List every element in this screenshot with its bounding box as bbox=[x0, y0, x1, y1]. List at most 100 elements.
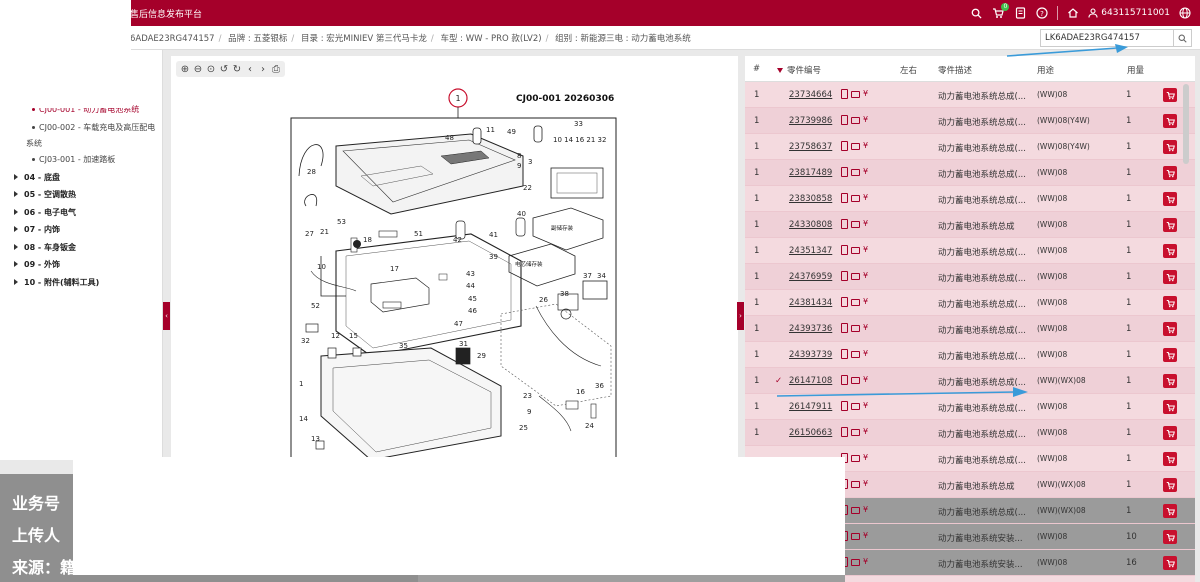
part-number-link[interactable]: 23734664 bbox=[789, 90, 832, 100]
add-to-cart-button[interactable] bbox=[1163, 270, 1177, 284]
table-row[interactable]: 1 24351347 ¥ 动力蓄电池系统总成(... (WW)08 1 bbox=[745, 238, 1195, 264]
part-number-link[interactable]: 24381434 bbox=[789, 298, 832, 308]
price-icon[interactable]: ¥ bbox=[863, 375, 868, 385]
table-row[interactable]: 1 23758637 ¥ 动力蓄电池系统总成(... (WW)08(Y4W) 1 bbox=[745, 134, 1195, 160]
bookmark-icon[interactable] bbox=[841, 245, 848, 255]
breadcrumb-catalog[interactable]: 目录 : 宏光MINIEV 第三代马卡龙 bbox=[301, 34, 427, 44]
add-to-cart-button[interactable] bbox=[1163, 504, 1177, 518]
add-to-cart-button[interactable] bbox=[1163, 322, 1177, 336]
price-icon[interactable]: ¥ bbox=[863, 349, 868, 359]
comment-icon[interactable] bbox=[851, 247, 860, 254]
price-icon[interactable]: ¥ bbox=[863, 401, 868, 411]
comment-icon[interactable] bbox=[851, 299, 860, 306]
add-to-cart-button[interactable] bbox=[1163, 296, 1177, 310]
price-icon[interactable]: ¥ bbox=[863, 479, 868, 489]
add-to-cart-button[interactable] bbox=[1163, 400, 1177, 414]
part-number-link[interactable]: 23758637 bbox=[789, 142, 832, 152]
cart-icon[interactable]: 0 bbox=[991, 3, 1010, 20]
add-to-cart-button[interactable] bbox=[1163, 452, 1177, 466]
comment-icon[interactable] bbox=[851, 533, 860, 540]
comment-icon[interactable] bbox=[851, 273, 860, 280]
add-to-cart-button[interactable] bbox=[1163, 140, 1177, 154]
search-icon[interactable] bbox=[969, 6, 983, 20]
bookmark-icon[interactable] bbox=[841, 167, 848, 177]
col-part-no[interactable]: 零件编号 bbox=[777, 64, 821, 76]
comment-icon[interactable] bbox=[851, 377, 860, 384]
tree-node-09[interactable]: 09 - 外饰 bbox=[14, 256, 60, 273]
add-to-cart-button[interactable] bbox=[1163, 556, 1177, 570]
price-icon[interactable]: ¥ bbox=[863, 297, 868, 307]
part-number-link[interactable]: 23817489 bbox=[789, 168, 832, 178]
price-icon[interactable]: ¥ bbox=[863, 167, 868, 177]
add-to-cart-button[interactable] bbox=[1163, 88, 1177, 102]
table-collapse-handle[interactable]: › bbox=[737, 302, 744, 330]
add-to-cart-button[interactable] bbox=[1163, 530, 1177, 544]
comment-icon[interactable] bbox=[851, 429, 860, 436]
document-icon[interactable] bbox=[1013, 6, 1027, 20]
add-to-cart-button[interactable] bbox=[1163, 244, 1177, 258]
help-icon[interactable]: ? bbox=[1035, 6, 1049, 20]
comment-icon[interactable] bbox=[851, 481, 860, 488]
tree-node-05[interactable]: 05 - 空调散热 bbox=[14, 186, 76, 203]
comment-icon[interactable] bbox=[851, 325, 860, 332]
comment-icon[interactable] bbox=[851, 351, 860, 358]
table-row[interactable]: 1 23734664 ¥ 动力蓄电池系统总成(... (WW)08 1 bbox=[745, 82, 1195, 108]
price-icon[interactable]: ¥ bbox=[863, 193, 868, 203]
comment-icon[interactable] bbox=[851, 455, 860, 462]
bookmark-icon[interactable] bbox=[841, 297, 848, 307]
part-number-link[interactable]: 23830858 bbox=[789, 194, 832, 204]
price-icon[interactable]: ¥ bbox=[863, 89, 868, 99]
part-number-link[interactable]: 24393736 bbox=[789, 324, 832, 334]
part-number-link[interactable]: 24376959 bbox=[789, 272, 832, 282]
price-icon[interactable]: ¥ bbox=[863, 141, 868, 151]
price-icon[interactable]: ¥ bbox=[863, 505, 868, 515]
tree-collapse-handle[interactable]: ‹ bbox=[163, 302, 170, 330]
bookmark-icon[interactable] bbox=[841, 427, 848, 437]
table-row[interactable]: 1 23817489 ¥ 动力蓄电池系统总成(... (WW)08 1 bbox=[745, 160, 1195, 186]
price-icon[interactable]: ¥ bbox=[863, 219, 868, 229]
breadcrumb-vin[interactable]: 6ADAE23RG474157 bbox=[130, 34, 215, 44]
table-row[interactable]: 1 24330808 ¥ 动力蓄电池系统总成 (WW)08 1 bbox=[745, 212, 1195, 238]
bookmark-icon[interactable] bbox=[841, 349, 848, 359]
tree-node-06[interactable]: 06 - 电子电气 bbox=[14, 204, 76, 221]
breadcrumb-model[interactable]: 车型 : WW - PRO 款(LV2) bbox=[440, 34, 541, 44]
table-row[interactable]: 1 24393736 ¥ 动力蓄电池系统总成(... (WW)08 1 bbox=[745, 316, 1195, 342]
add-to-cart-button[interactable] bbox=[1163, 114, 1177, 128]
home-icon[interactable] bbox=[1066, 6, 1080, 20]
part-number-link[interactable]: 24393739 bbox=[789, 350, 832, 360]
price-icon[interactable]: ¥ bbox=[863, 115, 868, 125]
bookmark-icon[interactable] bbox=[841, 375, 848, 385]
add-to-cart-button[interactable] bbox=[1163, 348, 1177, 362]
part-number-link[interactable]: 24351347 bbox=[789, 246, 832, 256]
bookmark-icon[interactable] bbox=[841, 401, 848, 411]
price-icon[interactable]: ¥ bbox=[863, 531, 868, 541]
comment-icon[interactable] bbox=[851, 169, 860, 176]
table-row[interactable]: 1 23830858 ¥ 动力蓄电池系统总成(... (WW)08 1 bbox=[745, 186, 1195, 212]
price-icon[interactable]: ¥ bbox=[863, 557, 868, 567]
table-row[interactable]: 1 24393739 ¥ 动力蓄电池系统总成(... (WW)08 1 bbox=[745, 342, 1195, 368]
bookmark-icon[interactable] bbox=[841, 115, 848, 125]
part-number-link[interactable]: 23739986 bbox=[789, 116, 832, 126]
part-number-link[interactable]: 26147108 bbox=[789, 376, 832, 386]
table-row[interactable]: 1 23739986 ¥ 动力蓄电池系统总成(... (WW)08(Y4W) 1 bbox=[745, 108, 1195, 134]
price-icon[interactable]: ¥ bbox=[863, 271, 868, 281]
comment-icon[interactable] bbox=[851, 221, 860, 228]
add-to-cart-button[interactable] bbox=[1163, 478, 1177, 492]
add-to-cart-button[interactable] bbox=[1163, 374, 1177, 388]
price-icon[interactable]: ¥ bbox=[863, 323, 868, 333]
tree-node-07[interactable]: 07 - 内饰 bbox=[14, 221, 60, 238]
bookmark-icon[interactable] bbox=[841, 141, 848, 151]
comment-icon[interactable] bbox=[851, 559, 860, 566]
comment-icon[interactable] bbox=[851, 117, 860, 124]
tree-node-10[interactable]: 10 - 附件(辅料工具) bbox=[14, 274, 99, 291]
globe-icon[interactable] bbox=[1178, 6, 1192, 20]
price-icon[interactable]: ¥ bbox=[863, 427, 868, 437]
bookmark-icon[interactable] bbox=[841, 89, 848, 99]
table-row[interactable]: 1 24381434 ¥ 动力蓄电池系统总成(... (WW)08 1 bbox=[745, 290, 1195, 316]
breadcrumb-brand[interactable]: 品牌 : 五菱银标 bbox=[228, 34, 287, 44]
add-to-cart-button[interactable] bbox=[1163, 218, 1177, 232]
price-icon[interactable]: ¥ bbox=[863, 245, 868, 255]
vin-search-button[interactable] bbox=[1174, 29, 1192, 47]
bookmark-icon[interactable] bbox=[841, 193, 848, 203]
bookmark-icon[interactable] bbox=[841, 323, 848, 333]
